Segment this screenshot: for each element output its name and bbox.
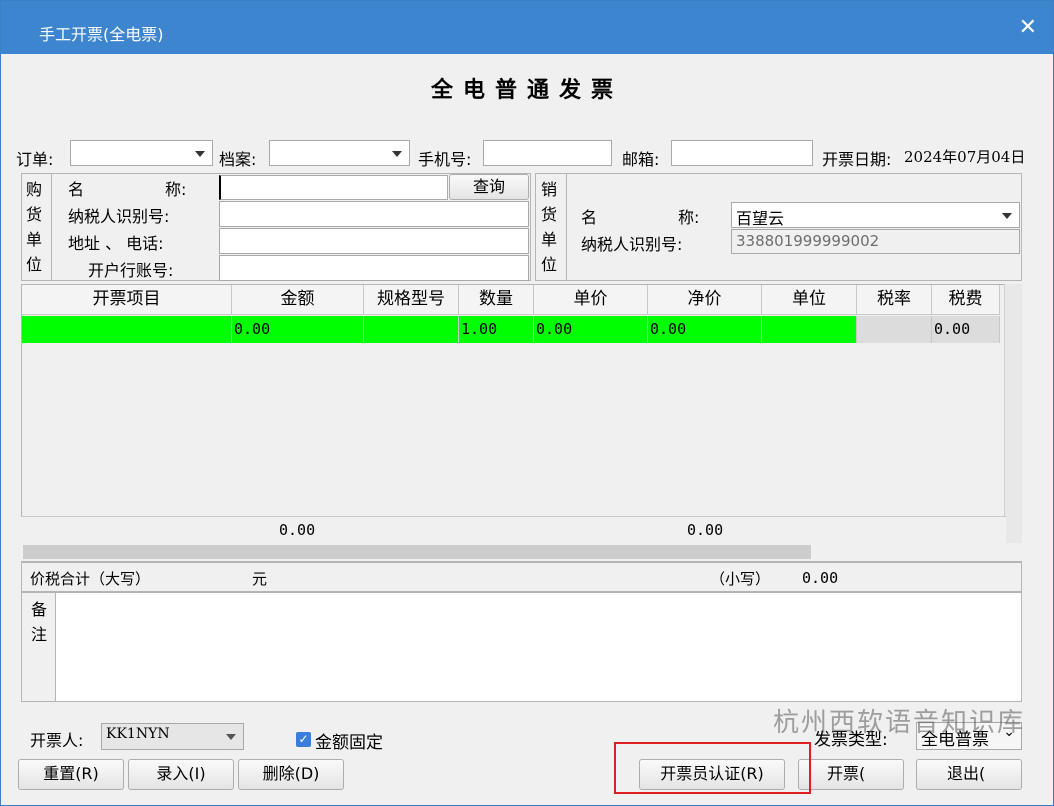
seller-name-value: 百望云: [736, 209, 785, 228]
remarks-side-label: 备 注: [22, 593, 56, 701]
buyer-panel: 购 货 单 位 名 称: 纳税人识别号: 地址 、 电话: 开户行账号: 查询: [21, 173, 531, 281]
watermark-text: 杭州西软语音知识库: [773, 708, 1026, 738]
cell-amount[interactable]: 0.00: [232, 316, 364, 343]
buyer-char: 购: [25, 180, 42, 199]
buyer-name-label-b: 称:: [165, 180, 187, 199]
divider: [51, 174, 52, 280]
invoice-window: 手工开票(全电票) ✕ 全电普通发票 订单: 档案: 手机号: 邮箱: 开票日期…: [0, 0, 1054, 806]
seller-name-dropdown[interactable]: 百望云: [731, 202, 1020, 228]
totals-bar: 价税合计（大写） 元 （小写） 0.00: [21, 562, 1022, 592]
highlight-annotation-box: [614, 742, 811, 794]
seller-char: 货: [540, 205, 557, 224]
order-dropdown[interactable]: [70, 140, 213, 166]
cell-unit[interactable]: [762, 316, 857, 343]
seller-name-label-a: 名: [581, 208, 598, 227]
sum-net: 0.00: [687, 521, 724, 539]
remarks-panel: 备 注: [21, 592, 1022, 702]
remarks-char: 备: [30, 600, 47, 619]
issuer-dropdown[interactable]: KK1NYN: [101, 723, 244, 750]
close-icon[interactable]: ✕: [1019, 17, 1037, 39]
total-lower-label: （小写）: [710, 570, 771, 588]
email-label: 邮箱:: [622, 150, 660, 169]
issuer-label: 开票人:: [30, 731, 84, 750]
window-title: 手工开票(全电票): [39, 25, 164, 44]
seller-char: 销: [540, 180, 557, 199]
buyer-char: 货: [25, 205, 42, 224]
cell-spec[interactable]: [364, 316, 459, 343]
reset-button[interactable]: 重置(R): [18, 759, 124, 790]
buyer-tax-input[interactable]: [219, 201, 529, 227]
phone-input[interactable]: [483, 140, 612, 166]
buyer-side-label: 购 货 单 位: [24, 177, 44, 277]
seller-side-label: 销 货 单 位: [539, 177, 559, 277]
buyer-tax-label: 纳税人识别号:: [68, 207, 170, 226]
cell-tax-rate[interactable]: [857, 316, 932, 343]
enter-button[interactable]: 录入(I): [128, 759, 234, 790]
vertical-scrollbar[interactable]: [1004, 284, 1022, 544]
delete-button[interactable]: 删除(D): [238, 759, 344, 790]
seller-char: 单: [540, 230, 557, 249]
cell-net-price[interactable]: 0.00: [648, 316, 762, 343]
grid-summary-row: 0.00 0.00: [21, 516, 1006, 544]
order-label: 订单:: [16, 150, 54, 169]
col-header-tax[interactable]: 税费: [932, 285, 1000, 315]
query-button[interactable]: 查询: [449, 174, 529, 200]
col-header-spec[interactable]: 规格型号: [364, 285, 459, 315]
chevron-down-icon: [226, 734, 236, 740]
total-upper-value: 元: [252, 570, 268, 588]
fixed-amount-label: 金额固定: [315, 733, 383, 753]
seller-tax-label: 纳税人识别号:: [581, 235, 683, 254]
buyer-bank-input[interactable]: [219, 255, 529, 281]
cell-item[interactable]: [22, 316, 232, 343]
buyer-char: 单: [25, 230, 42, 249]
col-header-unit-price[interactable]: 单价: [534, 285, 648, 315]
phone-label: 手机号:: [418, 150, 472, 169]
email-input[interactable]: [671, 140, 813, 166]
buyer-addr-input[interactable]: [219, 228, 529, 254]
total-lower-value: 0.00: [802, 569, 839, 587]
issue-invoice-button[interactable]: 开票(: [798, 759, 904, 790]
chevron-down-icon: [1002, 213, 1012, 219]
buyer-bank-label: 开户行账号:: [88, 261, 174, 280]
seller-tax-input: 338801999999002: [731, 229, 1020, 254]
seller-char: 位: [540, 255, 557, 274]
cell-tax[interactable]: 0.00: [932, 316, 1000, 343]
cell-unit-price[interactable]: 0.00: [534, 316, 648, 343]
date-label: 开票日期:: [822, 150, 892, 169]
chevron-down-icon: [195, 151, 205, 157]
seller-name-label-b: 称:: [678, 208, 700, 227]
horizontal-scrollbar[interactable]: [21, 543, 1022, 561]
remarks-char: 注: [30, 625, 47, 644]
exit-button[interactable]: 退出(: [916, 759, 1022, 790]
col-header-net-price[interactable]: 净价: [648, 285, 762, 315]
page-title: 全电普通发票: [430, 77, 623, 103]
divider: [566, 174, 567, 280]
sum-amount: 0.00: [279, 521, 316, 539]
buyer-char: 位: [25, 255, 42, 274]
fixed-amount-checkbox[interactable]: ✓: [296, 732, 311, 747]
archive-label: 档案:: [219, 150, 257, 169]
title-bar: 手工开票(全电票) ✕: [1, 1, 1053, 54]
buyer-addr-label: 地址 、 电话:: [68, 234, 164, 253]
archive-dropdown[interactable]: [269, 140, 410, 166]
col-header-qty[interactable]: 数量: [459, 285, 534, 315]
col-header-amount[interactable]: 金额: [232, 285, 364, 315]
col-header-tax-rate[interactable]: 税率: [857, 285, 932, 315]
window-content: 全电普通发票 订单: 档案: 手机号: 邮箱: 开票日期: 2024年07月04…: [6, 54, 1048, 799]
scrollbar-thumb[interactable]: [23, 545, 811, 559]
remarks-textarea[interactable]: [58, 595, 1018, 699]
buyer-name-label-a: 名: [68, 180, 85, 199]
cell-qty[interactable]: 1.00: [459, 316, 534, 343]
total-upper-label: 价税合计（大写）: [30, 570, 151, 588]
chevron-down-icon: [392, 151, 402, 157]
seller-panel: 销 货 单 位 名 称: 纳税人识别号: 百望云 338801999999002: [535, 173, 1022, 281]
buyer-name-input[interactable]: [219, 175, 448, 200]
invoice-date: 2024年07月04日: [904, 148, 1026, 166]
issuer-value: KK1NYN: [106, 726, 170, 742]
col-header-unit[interactable]: 单位: [762, 285, 857, 315]
col-header-item[interactable]: 开票项目: [22, 285, 232, 315]
